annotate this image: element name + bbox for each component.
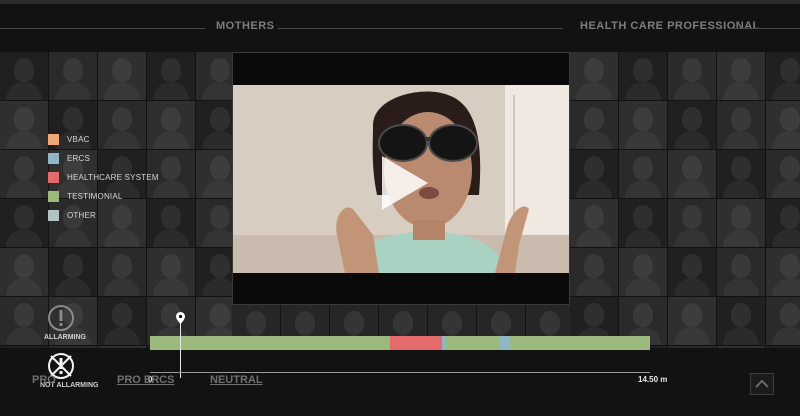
photo-thumbnail[interactable] (766, 52, 800, 100)
photo-thumbnail[interactable] (570, 52, 618, 100)
tab-neutral[interactable]: NEUTRAL (210, 374, 263, 386)
photo-thumbnail[interactable] (619, 248, 667, 296)
tab-pro[interactable]: PRO (32, 374, 56, 386)
legend-swatch (48, 209, 59, 221)
scroll-top-button[interactable] (750, 373, 774, 395)
timeline-segment[interactable] (510, 336, 650, 350)
photo-thumbnail[interactable] (717, 346, 765, 348)
timeline-bar[interactable] (150, 336, 650, 350)
tab-health-care-professional[interactable]: HEALTH CARE PROFESSIONAL (580, 20, 760, 32)
photo-thumbnail[interactable] (766, 346, 800, 348)
legend-swatch (48, 152, 59, 164)
photo-thumbnail[interactable] (98, 248, 146, 296)
legend-item: TESTIMONIAL (48, 187, 159, 205)
photo-thumbnail[interactable] (0, 101, 48, 149)
photo-thumbnail[interactable] (0, 297, 48, 345)
photo-thumbnail[interactable] (0, 248, 48, 296)
photo-thumbnail[interactable] (196, 101, 232, 149)
legend-item: ERCS (48, 149, 159, 167)
photo-thumbnail[interactable] (196, 52, 232, 100)
photo-thumbnail[interactable] (717, 101, 765, 149)
video-frame[interactable] (233, 85, 569, 273)
timeline-segment[interactable] (500, 336, 510, 350)
tab-mothers[interactable]: MOTHERS (216, 20, 275, 32)
legend-item: VBAC (48, 130, 159, 148)
photo-thumbnail[interactable] (717, 248, 765, 296)
photo-thumbnail[interactable] (49, 346, 97, 348)
timeline-segment[interactable] (446, 336, 500, 350)
photo-thumbnail[interactable] (98, 297, 146, 345)
photo-thumbnail[interactable] (766, 248, 800, 296)
photo-thumbnail[interactable] (147, 52, 195, 100)
photo-thumbnail[interactable] (619, 52, 667, 100)
photo-thumbnail[interactable] (766, 199, 800, 247)
photo-thumbnail[interactable] (196, 150, 232, 198)
photo-thumbnail[interactable] (766, 297, 800, 345)
photo-thumbnail[interactable] (619, 101, 667, 149)
timeline-end-label: 14.50 m (638, 375, 668, 384)
photo-thumbnail[interactable] (196, 248, 232, 296)
photo-thumbnail[interactable] (668, 297, 716, 345)
legend-label: HEALTHCARE SYSTEM (67, 172, 159, 182)
photo-thumbnail[interactable] (717, 199, 765, 247)
exclamation-icon[interactable] (47, 304, 75, 332)
top-border (0, 0, 800, 4)
video-player[interactable] (232, 52, 570, 305)
photo-thumbnail[interactable] (0, 199, 48, 247)
play-icon[interactable] (368, 150, 434, 216)
photo-thumbnail[interactable] (570, 101, 618, 149)
photo-thumbnail[interactable] (570, 150, 618, 198)
timeline-axis (150, 372, 650, 373)
photo-thumbnail[interactable] (766, 101, 800, 149)
photo-thumbnail[interactable] (619, 199, 667, 247)
photo-thumbnail[interactable] (196, 199, 232, 247)
map-pin-icon[interactable] (176, 312, 185, 324)
photo-thumbnail[interactable] (717, 150, 765, 198)
photo-thumbnail[interactable] (717, 52, 765, 100)
legend-label: VBAC (67, 134, 90, 144)
photo-thumbnail[interactable] (570, 248, 618, 296)
photo-thumbnail[interactable] (668, 150, 716, 198)
photo-thumbnail[interactable] (570, 199, 618, 247)
photo-thumbnail[interactable] (49, 52, 97, 100)
category-legend: VBAC ERCS HEALTHCARE SYSTEM TESTIMONIAL OTHE… (48, 130, 159, 225)
photo-thumbnail[interactable] (668, 101, 716, 149)
legend-swatch (48, 190, 59, 202)
photo-thumbnail[interactable] (0, 52, 48, 100)
photo-thumbnail[interactable] (0, 150, 48, 198)
legend-label: ERCS (67, 153, 91, 163)
photo-thumbnail[interactable] (619, 150, 667, 198)
professionals-photo-mosaic[interactable] (570, 52, 800, 348)
photo-thumbnail[interactable] (717, 297, 765, 345)
photo-thumbnail[interactable] (668, 199, 716, 247)
header-rule-center (278, 28, 563, 29)
photo-thumbnail[interactable] (147, 248, 195, 296)
legend-label: OTHER (67, 210, 96, 220)
photo-thumbnail[interactable] (766, 150, 800, 198)
timeline-segment[interactable] (390, 336, 442, 350)
photo-thumbnail[interactable] (98, 346, 146, 348)
timeline-playhead[interactable] (180, 320, 181, 378)
photo-thumbnail[interactable] (668, 346, 716, 348)
legend-item: OTHER (48, 206, 159, 224)
legend-swatch (48, 133, 59, 145)
photo-thumbnail[interactable] (0, 346, 48, 348)
photo-thumbnail[interactable] (668, 248, 716, 296)
timeline-segment[interactable] (150, 336, 390, 350)
header-rule-left (0, 28, 205, 29)
alarming-label[interactable]: ALLARMING (44, 334, 86, 341)
photo-thumbnail[interactable] (49, 248, 97, 296)
photo-thumbnail[interactable] (668, 52, 716, 100)
tab-pro-ercs[interactable]: PRO ERCS (117, 374, 174, 386)
legend-swatch (48, 171, 59, 183)
photo-thumbnail[interactable] (98, 52, 146, 100)
legend-item: HEALTHCARE SYSTEM (48, 168, 159, 186)
header-rule-right (730, 28, 800, 29)
legend-label: TESTIMONIAL (67, 191, 123, 201)
chevron-up-icon (755, 379, 769, 388)
